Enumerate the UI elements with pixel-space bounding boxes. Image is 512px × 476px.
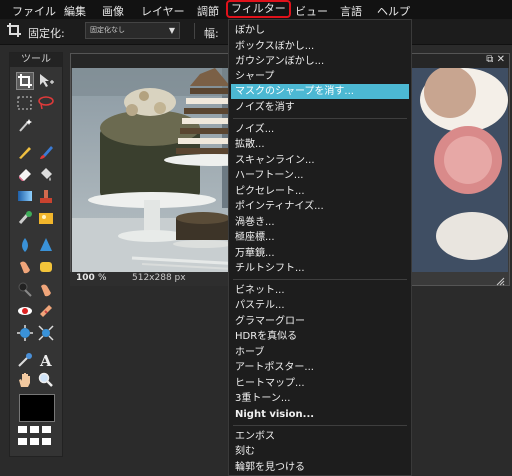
status-bar: 100 % 512x288 px: [70, 272, 230, 286]
fixed-label: 固定化:: [28, 27, 65, 40]
menu-item-art-poster[interactable]: アートポスター...: [235, 360, 314, 375]
menu-view[interactable]: ビュー: [295, 3, 328, 19]
foreground-color-swatch[interactable]: [19, 394, 55, 422]
menu-item-vignette[interactable]: ビネット...: [235, 283, 285, 298]
crop-tool-icon[interactable]: [16, 72, 34, 90]
grid-view-icon[interactable]: [42, 426, 51, 433]
menu-bar: ファイル 編集 画像 レイヤー 調節 フィルター ビュー 言語 ヘルプ: [0, 0, 512, 19]
close-icon[interactable]: ✕: [497, 54, 505, 65]
bloat-tool-icon[interactable]: [16, 324, 34, 342]
menu-item-diffuse[interactable]: 拡散...: [235, 137, 265, 152]
menu-file[interactable]: ファイル: [12, 3, 56, 19]
pinch-tool-icon[interactable]: [37, 324, 55, 342]
menu-item-noise[interactable]: ノイズ...: [235, 122, 274, 137]
fixed-ratio-value: 固定化なし: [90, 26, 125, 34]
menu-edit[interactable]: 編集: [64, 3, 86, 19]
menu-item-polar[interactable]: 極座標...: [235, 230, 275, 245]
window-controls: ⧉ ✕: [486, 54, 505, 65]
grid-view-icon[interactable]: [18, 438, 27, 445]
menu-language[interactable]: 言語: [340, 3, 362, 19]
sharpen-tool-icon[interactable]: [37, 236, 55, 254]
menu-adjust[interactable]: 調節: [197, 3, 219, 19]
tool-panel-title: ツール: [10, 53, 62, 67]
zoom-unit: %: [98, 273, 107, 283]
menu-item-night-vision[interactable]: Night vision...: [235, 407, 314, 422]
menu-item-unsharp-mask[interactable]: マスクのシャープを消す...: [231, 84, 409, 99]
crop-icon[interactable]: [6, 22, 22, 38]
filter-menu-dropdown: ぼかし ボックスぼかし... ガウシアンぼかし... シャープ マスクのシャープ…: [228, 19, 412, 476]
zoom-tool-icon[interactable]: [37, 371, 55, 389]
blur-tool-icon[interactable]: [16, 236, 34, 254]
hand-tool-icon[interactable]: [16, 371, 34, 389]
menu-separator: [233, 425, 407, 426]
type-tool-icon[interactable]: A: [37, 351, 55, 369]
fill-bucket-tool-icon[interactable]: [37, 165, 55, 183]
marquee-tool-icon[interactable]: [16, 94, 34, 112]
grid-view-icon[interactable]: [30, 426, 39, 433]
grid-view-icon[interactable]: [42, 438, 51, 445]
tool-panel: ツール A: [9, 52, 63, 457]
menu-item-twirl[interactable]: 渦巻き...: [235, 215, 275, 230]
menu-item-find-edges[interactable]: 輪郭を見つける: [235, 460, 305, 475]
menu-separator: [233, 118, 407, 119]
brush-tool-icon[interactable]: [37, 143, 55, 161]
magic-wand-tool-icon[interactable]: [16, 116, 34, 134]
fixed-ratio-select[interactable]: 固定化なし ▼: [85, 22, 180, 39]
color-picker-tool-icon[interactable]: [16, 351, 34, 369]
red-eye-tool-icon[interactable]: [16, 302, 34, 320]
image-tool-icon[interactable]: [37, 209, 55, 227]
menu-separator: [233, 279, 407, 280]
sponge-tool-icon[interactable]: [37, 258, 55, 276]
menu-layer[interactable]: レイヤー: [141, 3, 185, 19]
restore-window-icon[interactable]: ⧉: [486, 54, 493, 65]
grid-view-icon[interactable]: [30, 438, 39, 445]
menu-filter[interactable]: フィルター: [226, 0, 291, 18]
menu-item-tilt-shift[interactable]: チルトシフト...: [235, 261, 305, 276]
menu-item-engrave[interactable]: 刻む: [235, 444, 255, 459]
pencil-tool-icon[interactable]: [16, 143, 34, 161]
lasso-tool-icon[interactable]: [37, 94, 55, 112]
burn-tool-icon[interactable]: [16, 280, 34, 298]
divider: [194, 23, 195, 39]
menu-item-pointillize[interactable]: ポインティナイズ...: [235, 199, 324, 214]
menu-item-kaleidoscope[interactable]: 万華鏡...: [235, 246, 275, 261]
menu-item-scanlines[interactable]: スキャンライン...: [235, 153, 315, 168]
chevron-down-icon: ▼: [168, 26, 175, 35]
menu-item-box-blur[interactable]: ボックスぼかし...: [235, 39, 314, 54]
menu-item-fake-hdr[interactable]: HDRを真似る: [235, 329, 297, 344]
grid-view-icon[interactable]: [18, 426, 27, 433]
menu-help[interactable]: ヘルプ: [377, 3, 410, 19]
spot-heal-tool-icon[interactable]: [37, 302, 55, 320]
resize-grip-icon[interactable]: [495, 276, 505, 286]
gradient-tool-icon[interactable]: [16, 187, 34, 205]
menu-item-tritone[interactable]: 3重トーン...: [235, 391, 290, 406]
menu-item-hope[interactable]: ホーブ: [235, 345, 264, 360]
menu-item-blur[interactable]: ぼかし: [235, 23, 265, 38]
menu-item-emboss[interactable]: エンボス: [235, 429, 275, 444]
menu-item-halftone[interactable]: ハーフトーン...: [235, 168, 303, 183]
svg-text:A: A: [39, 352, 52, 369]
menu-item-heatmap[interactable]: ヒートマップ...: [235, 376, 305, 391]
color-replace-tool-icon[interactable]: [16, 209, 34, 227]
dodge-tool-icon[interactable]: [37, 280, 55, 298]
image-dimensions: 512x288 px: [132, 273, 186, 283]
menu-item-pixelate[interactable]: ピクセレート...: [235, 184, 305, 199]
zoom-value[interactable]: 100: [76, 273, 95, 283]
move-tool-icon[interactable]: [37, 72, 55, 90]
clone-stamp-tool-icon[interactable]: [37, 187, 55, 205]
menu-item-sharpen[interactable]: シャープ: [235, 69, 274, 84]
menu-image[interactable]: 画像: [102, 3, 124, 19]
menu-item-glamour-glow[interactable]: グラマーグロー: [235, 314, 305, 329]
smudge-tool-icon[interactable]: [16, 258, 34, 276]
eraser-tool-icon[interactable]: [16, 165, 34, 183]
width-label: 幅:: [204, 27, 219, 40]
menu-item-denoise[interactable]: ノイズを消す: [235, 100, 295, 115]
menu-item-pastel[interactable]: パステル...: [235, 298, 285, 313]
menu-item-gaussian-blur[interactable]: ガウシアンぼかし...: [235, 54, 324, 69]
